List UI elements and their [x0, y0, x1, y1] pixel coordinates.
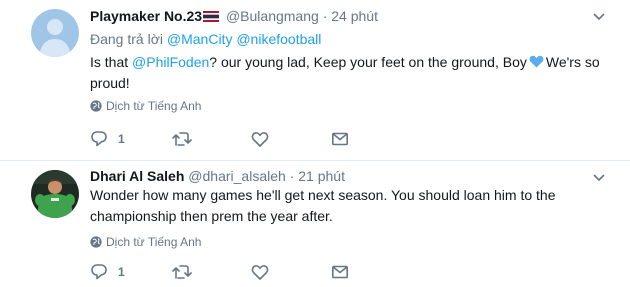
mention-link[interactable]: @nikefootball — [236, 31, 321, 47]
like-button[interactable] — [251, 262, 269, 282]
separator-dot: · — [289, 168, 295, 184]
translate-label: Dịch từ Tiếng Anh — [106, 99, 202, 113]
mention-link[interactable]: @ManCity — [167, 31, 233, 47]
chevron-down-icon[interactable] — [592, 12, 606, 22]
like-button[interactable] — [251, 129, 269, 149]
heart-icon — [251, 132, 269, 147]
display-name[interactable]: Dhari Al Saleh — [90, 168, 184, 184]
replying-to: Đang trả lời @ManCity @nikefootball — [90, 30, 321, 48]
tweet-text: Is that @PhilFoden? our young lad, Keep … — [90, 52, 610, 94]
default-profile-icon — [31, 9, 79, 57]
direct-message-button[interactable] — [331, 262, 349, 282]
tweet-2[interactable]: Dhari Al Saleh @dhari_alsaleh · 21 phút … — [0, 161, 630, 287]
user-handle[interactable]: @dhari_alsaleh — [188, 168, 286, 184]
translate-label: Dịch từ Tiếng Anh — [106, 235, 202, 249]
text-segment: ? our young lad, Keep your feet on the g… — [209, 54, 527, 70]
globe-icon — [90, 100, 102, 112]
retweet-button[interactable] — [172, 262, 192, 282]
mention-link[interactable]: @PhilFoden — [132, 54, 209, 70]
goalkeeper-photo — [31, 170, 79, 218]
chevron-down-icon[interactable] — [592, 173, 606, 183]
reply-count: 1 — [118, 265, 125, 279]
direct-message-button[interactable] — [331, 129, 349, 149]
reply-prefix: Đang trả lời — [90, 31, 163, 47]
avatar[interactable] — [31, 170, 79, 218]
user-handle[interactable]: @Bulangmang — [226, 8, 319, 24]
retweet-icon — [172, 132, 192, 146]
heart-icon — [251, 265, 269, 280]
display-name[interactable]: Playmaker No.23 — [90, 8, 202, 24]
envelope-icon — [331, 132, 348, 146]
tweet-text: Wonder how many games he'll get next sea… — [90, 187, 556, 224]
tweet-header: Playmaker No.23 @Bulangmang · 24 phút — [90, 5, 378, 27]
translate-link[interactable]: Dịch từ Tiếng Anh — [90, 235, 201, 249]
blue-heart-emoji-icon — [529, 55, 544, 68]
timestamp[interactable]: 21 phút — [298, 168, 345, 184]
reply-icon — [91, 131, 107, 147]
translate-link[interactable]: Dịch từ Tiếng Anh — [90, 99, 201, 113]
avatar[interactable] — [31, 9, 79, 57]
tweet-1[interactable]: Playmaker No.23 @Bulangmang · 24 phút Đa… — [0, 0, 630, 161]
reply-count: 1 — [118, 132, 125, 146]
reply-icon — [91, 264, 107, 280]
envelope-icon — [331, 265, 348, 279]
retweet-icon — [172, 265, 192, 279]
thailand-flag-icon — [203, 11, 220, 22]
separator-dot: · — [322, 8, 328, 24]
reply-button[interactable]: 1 — [90, 262, 125, 282]
retweet-button[interactable] — [172, 129, 192, 149]
tweet-header: Dhari Al Saleh @dhari_alsaleh · 21 phút — [90, 165, 345, 187]
text-segment: Is that — [90, 54, 129, 70]
timestamp[interactable]: 24 phút — [331, 8, 378, 24]
globe-icon — [90, 236, 102, 248]
reply-button[interactable]: 1 — [90, 129, 125, 149]
